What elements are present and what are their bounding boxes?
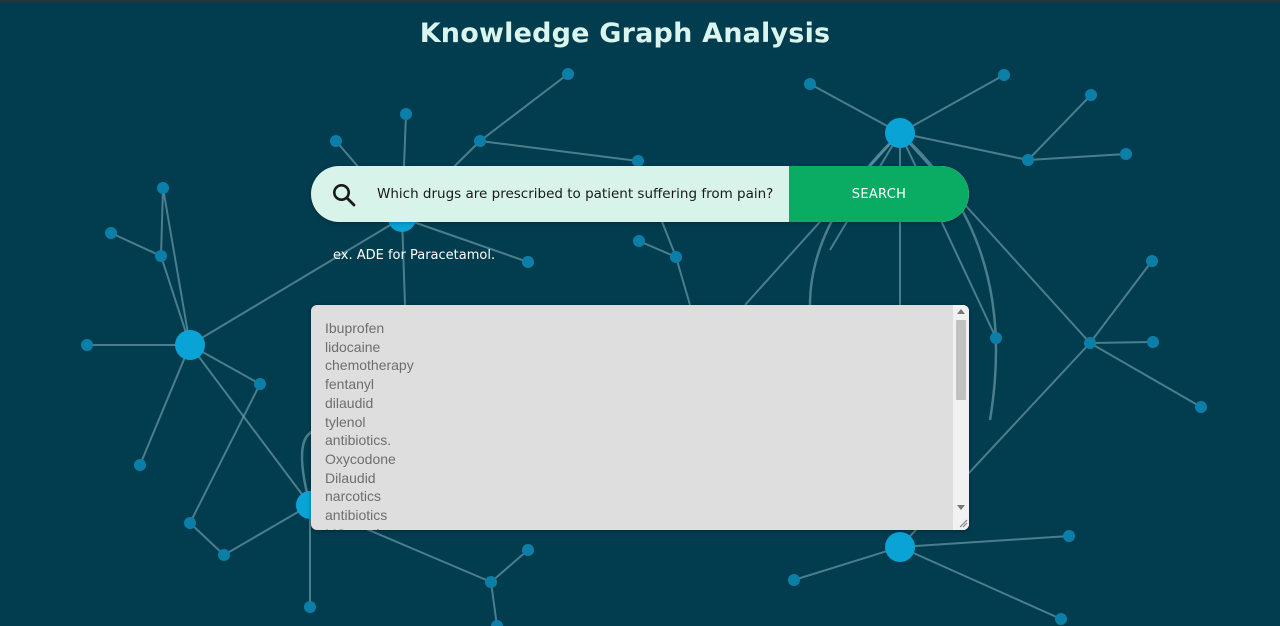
graph-node	[330, 135, 342, 147]
graph-node	[400, 108, 412, 120]
search-icon	[333, 184, 356, 207]
results-textarea[interactable]: Ibuprofen lidocaine chemotherapy fentanyl di…	[311, 305, 969, 530]
graph-node	[1146, 255, 1158, 267]
scroll-up-arrow-icon[interactable]	[957, 309, 965, 314]
search-input[interactable]	[371, 166, 785, 222]
graph-edge	[189, 522, 225, 556]
graph-node	[1055, 613, 1067, 625]
graph-edge	[1027, 94, 1092, 161]
result-item: MS contin	[325, 525, 945, 530]
graph-edge	[189, 383, 261, 524]
graph-node	[1120, 148, 1132, 160]
graph-node	[1085, 89, 1097, 101]
graph-node	[304, 601, 316, 613]
graph-edge	[1089, 341, 1154, 344]
graph-edge	[1027, 153, 1127, 161]
resize-handle-icon[interactable]	[958, 518, 968, 528]
graph-edge	[1089, 260, 1153, 344]
graph-node	[175, 330, 205, 360]
search-button[interactable]: SEARCH	[789, 166, 969, 222]
graph-node	[1063, 530, 1075, 542]
graph-node	[155, 250, 167, 262]
graph-edge	[793, 546, 901, 581]
graph-node	[134, 459, 146, 471]
graph-node	[1084, 337, 1096, 349]
graph-node	[1147, 336, 1159, 348]
graph-node	[157, 182, 169, 194]
graph-node	[81, 339, 93, 351]
graph-node	[633, 235, 645, 247]
graph-node	[485, 576, 497, 588]
graph-node	[522, 256, 534, 268]
search-hint: ex. ADE for Paracetamol.	[333, 248, 496, 263]
result-item: antibiotics	[325, 507, 388, 524]
graph-edge	[675, 256, 691, 306]
result-item: tylenol	[325, 413, 366, 430]
graph-node	[254, 378, 266, 390]
graph-edge	[809, 83, 901, 134]
result-item: Dilaudid	[325, 469, 376, 486]
graph-node	[990, 332, 1002, 344]
result-item: Ibuprofen	[325, 320, 385, 336]
graph-edge	[162, 187, 191, 346]
graph-node	[998, 69, 1010, 81]
search-bar: SEARCH	[311, 166, 969, 222]
results-scrollbar[interactable]	[953, 305, 969, 530]
result-item: narcotics	[325, 488, 382, 505]
graph-edge	[223, 504, 311, 556]
result-item: lidocaine	[325, 338, 381, 355]
graph-edge	[189, 344, 311, 506]
graph-edge	[139, 344, 191, 466]
graph-edge	[899, 535, 1070, 548]
graph-edge	[490, 549, 529, 583]
scrollbar-thumb[interactable]	[956, 320, 966, 400]
result-item: chemotherapy	[325, 357, 414, 374]
graph-node	[788, 574, 800, 586]
result-item: dilaudid	[325, 394, 374, 411]
scroll-down-arrow-icon[interactable]	[957, 505, 965, 510]
results-list: Ibuprofen lidocaine chemotherapy fentanyl di…	[325, 319, 945, 530]
result-item: fentanyl	[325, 376, 375, 393]
graph-edge	[899, 546, 1062, 620]
graph-edge	[160, 187, 164, 257]
graph-node	[562, 68, 574, 80]
result-item: Oxycodone	[325, 450, 396, 467]
graph-node	[1195, 401, 1207, 413]
graph-node	[105, 227, 117, 239]
graph-node	[804, 78, 816, 90]
graph-edge	[110, 232, 162, 257]
graph-node	[885, 532, 915, 562]
graph-node	[885, 118, 915, 148]
graph-node	[218, 549, 230, 561]
graph-edge	[899, 132, 1029, 161]
graph-edge	[1089, 342, 1202, 408]
graph-edge	[479, 73, 569, 142]
graph-node	[184, 517, 196, 529]
graph-node	[491, 620, 503, 626]
graph-node	[670, 251, 682, 263]
graph-edge	[899, 74, 1005, 134]
graph-edge	[490, 581, 498, 626]
page-title: Knowledge Graph Analysis	[419, 18, 831, 49]
graph-node	[474, 135, 486, 147]
graph-edge	[479, 140, 639, 162]
result-item: antibiotics.	[325, 432, 392, 449]
graph-node	[1022, 154, 1034, 166]
graph-node	[522, 544, 534, 556]
